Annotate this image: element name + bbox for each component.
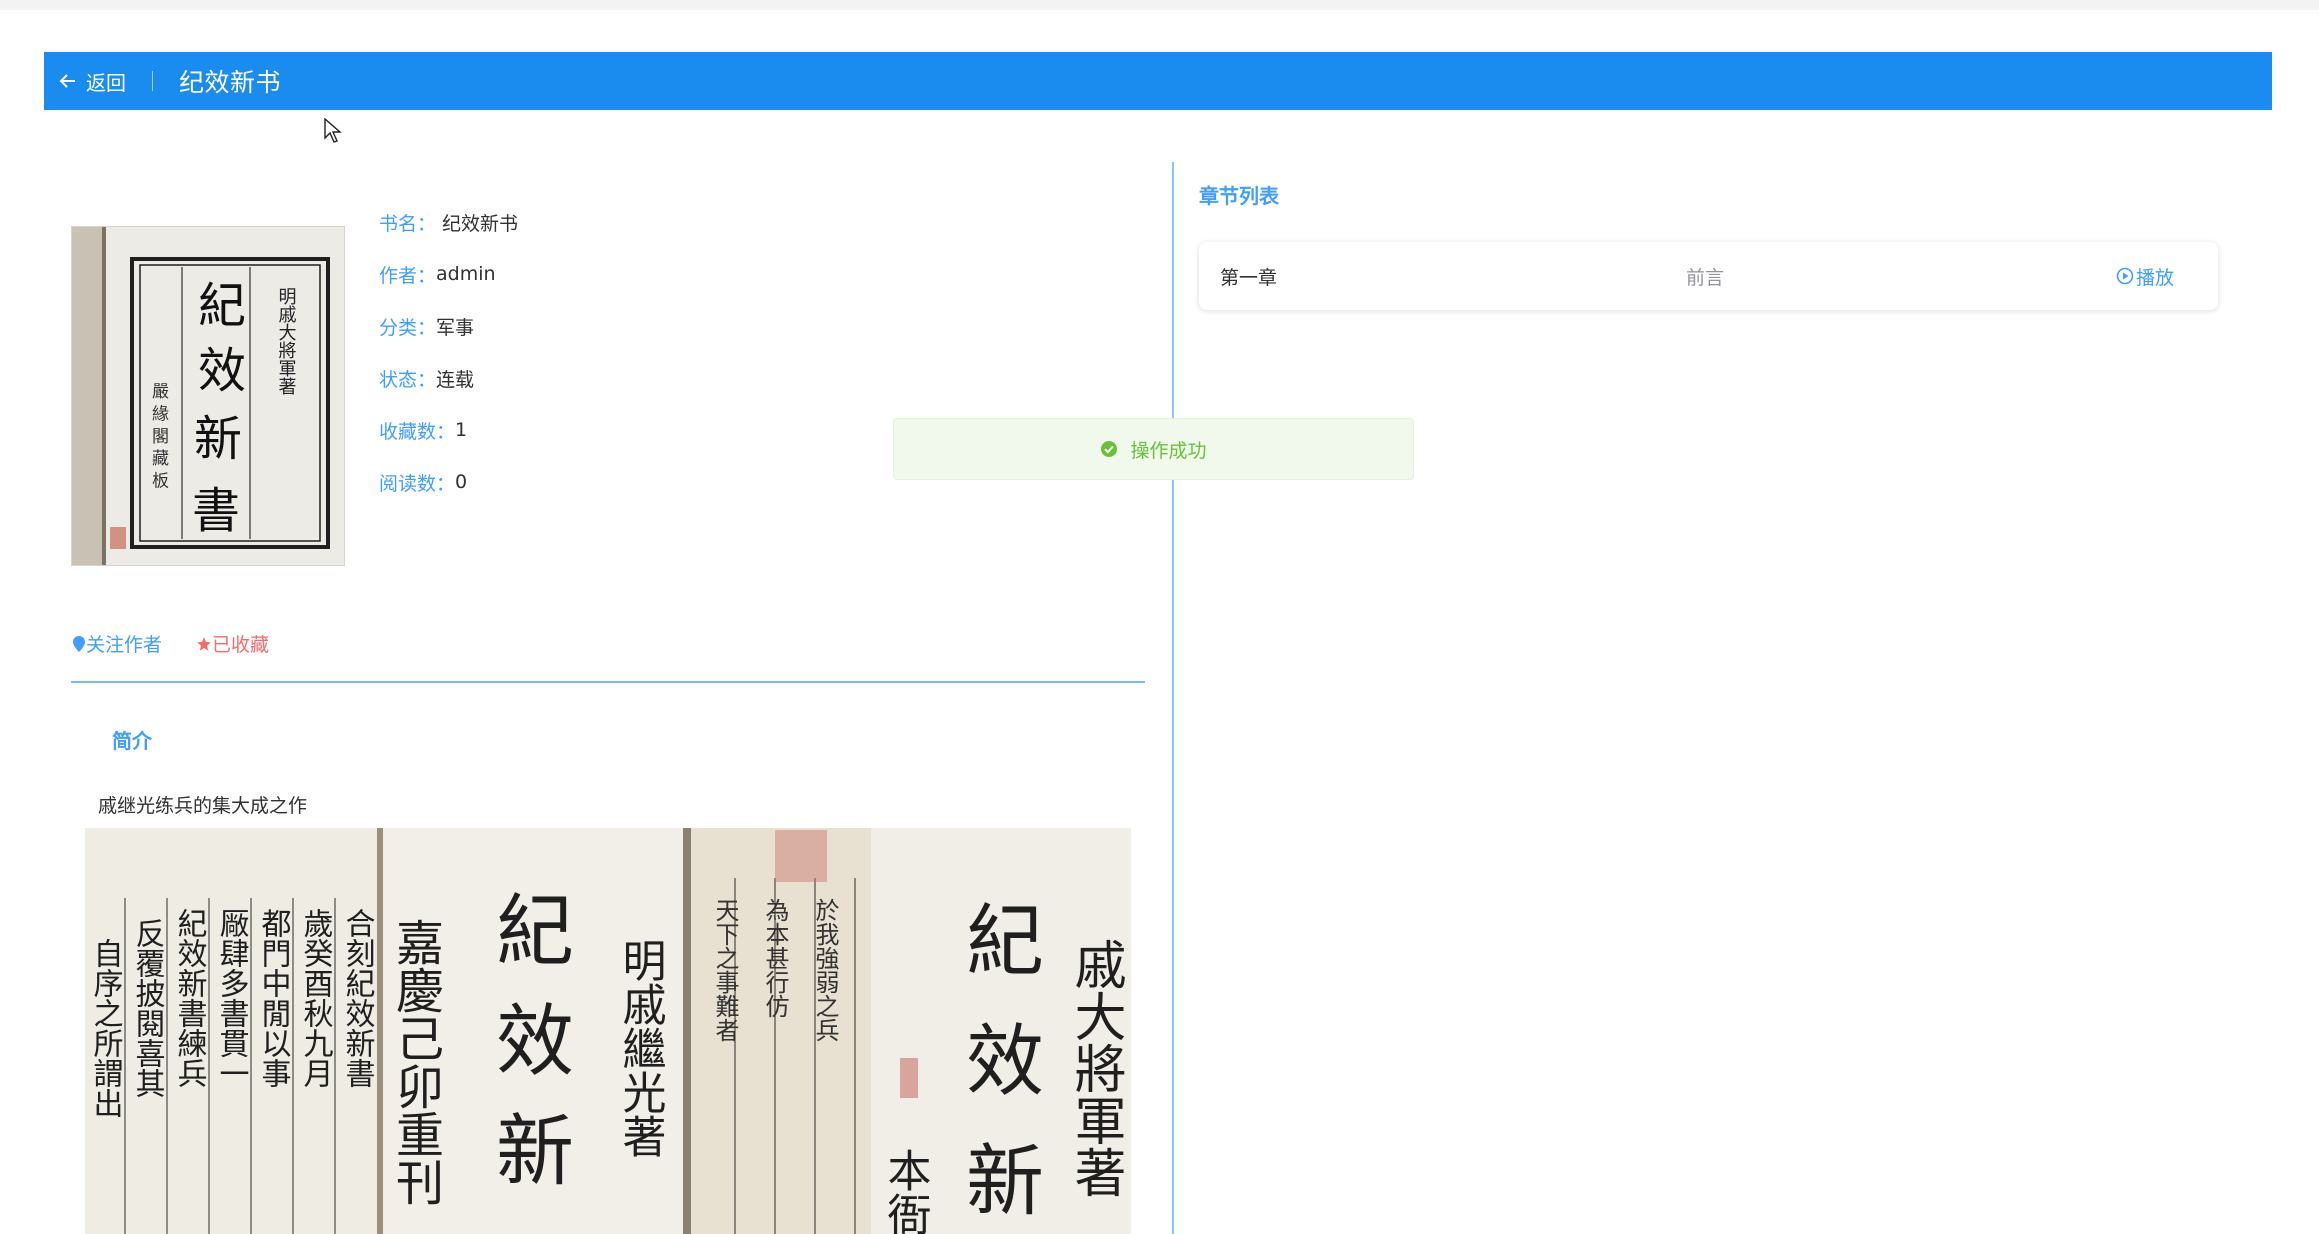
svg-text:於我強弱之兵: 於我強弱之兵	[811, 898, 839, 1042]
svg-text:自序之所謂出: 自序之所謂出	[88, 938, 124, 1118]
svg-text:反覆披閱喜其: 反覆披閱喜其	[130, 918, 166, 1098]
svg-text:為本甚行仿: 為本甚行仿	[761, 898, 789, 1018]
chapter-subtitle: 前言	[1686, 266, 1725, 289]
svg-text:書: 書	[192, 483, 240, 539]
play-circle-icon	[2116, 267, 2134, 285]
svg-text:戚大將軍著: 戚大將軍著	[1065, 938, 1125, 1198]
back-button[interactable]: 返回	[58, 67, 126, 96]
arrow-left-icon	[59, 74, 75, 88]
collected-label: 已收藏	[212, 634, 270, 656]
info-row-category: 分类： 军事	[379, 300, 518, 352]
info-key: 分类：	[379, 316, 437, 339]
svg-text:效: 效	[496, 997, 574, 1087]
info-value: 连载	[436, 368, 475, 391]
svg-text:合刻紀效新書: 合刻紀效新書	[340, 908, 375, 1088]
svg-text:厰肆多書貫一: 厰肆多書貫一	[214, 908, 249, 1088]
play-button[interactable]: 播放	[2116, 263, 2174, 290]
star-icon	[197, 636, 212, 651]
book-cover-image: 紀 效 新 書 明戚大將軍著 嚴 緣 閣 藏 板	[71, 226, 345, 566]
top-header-bar: 返回 纪效新书	[44, 52, 2272, 110]
svg-text:紀: 紀	[198, 278, 246, 334]
info-row-reads: 阅读数： 0	[379, 456, 518, 508]
book-actions: 关注作者 已收藏	[72, 630, 269, 657]
column-divider	[1172, 162, 1174, 1234]
info-key: 状态：	[379, 368, 437, 391]
info-value: 纪效新书	[442, 212, 519, 235]
svg-text:天下之事難者: 天下之事難者	[711, 898, 739, 1042]
svg-text:歲癸酉秋九月: 歲癸酉秋九月	[298, 908, 334, 1088]
intro-heading: 简介	[112, 729, 152, 753]
info-value: 1	[455, 419, 468, 441]
chapter-list-heading: 章节列表	[1199, 184, 1279, 208]
check-circle-icon	[1101, 441, 1118, 457]
book-info: 书名： 纪效新书 作者： admin 分类： 军事 状态： 连载 收藏数： 1 …	[379, 196, 518, 508]
info-value: 军事	[436, 316, 475, 339]
play-label: 播放	[2135, 266, 2174, 289]
info-key: 收藏数：	[379, 420, 456, 443]
intro-text: 戚继光练兵的集大成之作	[98, 795, 308, 817]
svg-text:嚴 緣 閣 藏 板: 嚴 緣 閣 藏 板	[148, 382, 169, 489]
success-toast: 操作成功	[893, 418, 1414, 480]
chapter-item: 第一章 前言 播放	[1199, 242, 2218, 310]
follow-author-button[interactable]: 关注作者	[72, 630, 162, 657]
info-key: 书名：	[379, 212, 437, 235]
info-value: admin	[436, 263, 496, 285]
info-row-title: 书名： 纪效新书	[379, 196, 518, 248]
svg-text:新: 新	[966, 1137, 1044, 1227]
section-divider	[71, 681, 1145, 683]
location-pin-icon	[73, 635, 85, 652]
svg-text:效: 效	[966, 1017, 1044, 1107]
info-row-author: 作者： admin	[379, 248, 518, 300]
header-divider	[152, 71, 153, 91]
info-row-favorites: 收藏数： 1	[379, 404, 518, 456]
info-key: 阅读数：	[379, 472, 456, 495]
svg-text:都門中閒以事: 都門中閒以事	[256, 908, 292, 1088]
chapter-name: 第一章	[1220, 266, 1278, 289]
toast-message: 操作成功	[1130, 439, 1207, 462]
page: 返回 纪效新书 紀 效 新 書 明戚大將軍著 嚴 緣 閣 藏 板 书名： 纪效新…	[0, 10, 2319, 1234]
info-value: 0	[455, 471, 468, 493]
info-key: 作者：	[379, 264, 437, 287]
info-row-status: 状态： 连载	[379, 352, 518, 404]
follow-author-label: 关注作者	[86, 634, 163, 656]
intro-book-pages-image: 自序之所謂出 反覆披閱喜其 紀效新書練兵 厰肆多書貫一 都門中閒以事 歲癸酉秋九…	[85, 828, 1131, 1234]
svg-text:明戚大將軍著: 明戚大將軍著	[276, 287, 297, 395]
svg-text:紀效新書練兵: 紀效新書練兵	[172, 908, 207, 1088]
page-title: 纪效新书	[179, 68, 282, 97]
svg-text:嘉慶己卯重刊: 嘉慶己卯重刊	[387, 918, 443, 1206]
collected-button[interactable]: 已收藏	[196, 630, 269, 657]
svg-text:紀: 紀	[966, 897, 1044, 987]
svg-text:紀: 紀	[496, 887, 574, 977]
mouse-cursor-icon	[324, 118, 342, 143]
svg-text:新: 新	[194, 411, 242, 467]
back-label: 返回	[86, 70, 126, 95]
svg-text:效: 效	[198, 343, 246, 399]
svg-text:本衙: 本衙	[880, 1148, 932, 1234]
svg-text:明戚繼光著: 明戚繼光著	[615, 938, 666, 1158]
svg-text:新: 新	[496, 1107, 574, 1197]
